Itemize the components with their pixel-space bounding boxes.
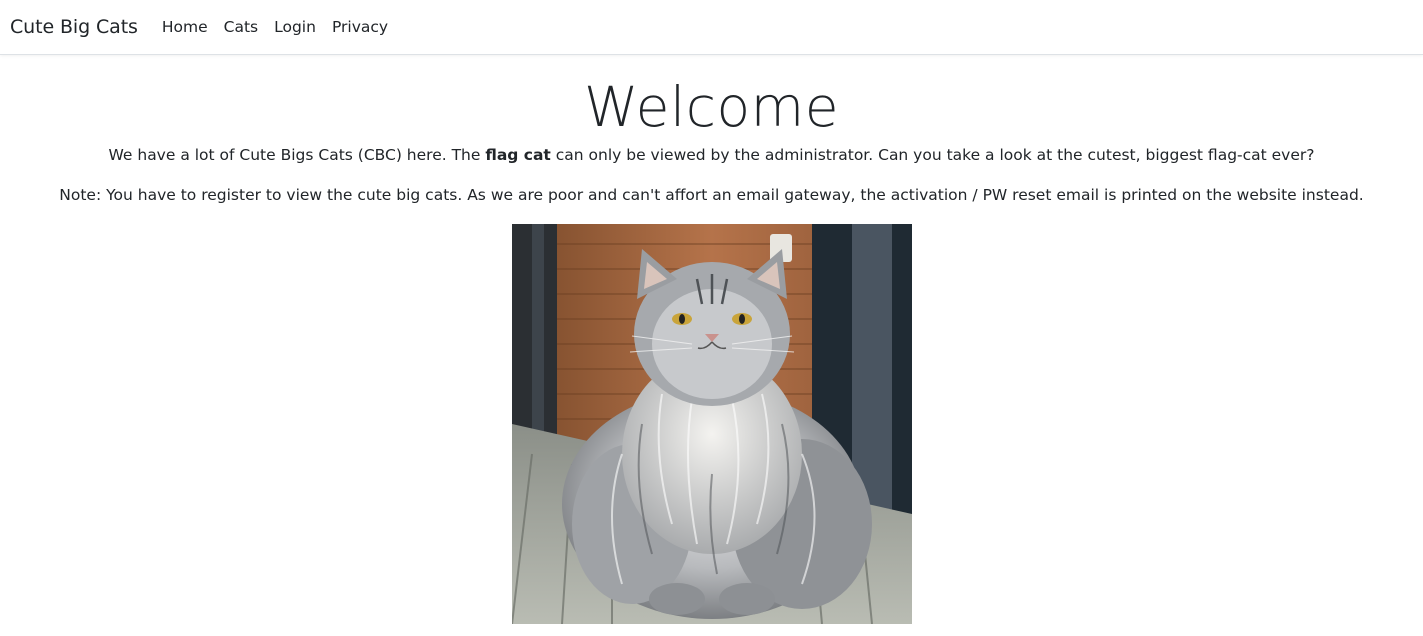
nav-link-privacy[interactable]: Privacy	[324, 18, 396, 36]
intro-text-start: We have a lot of Cute Bigs Cats (CBC) he…	[108, 146, 486, 164]
brand-link[interactable]: Cute Big Cats	[10, 16, 138, 38]
intro-text-end: can only be viewed by the administrator.…	[550, 146, 1315, 164]
note-paragraph: Note: You have to register to view the c…	[59, 186, 1364, 204]
nav-link-home[interactable]: Home	[162, 18, 216, 36]
nav-link-cats[interactable]: Cats	[216, 18, 266, 36]
main-content: Welcome We have a lot of Cute Bigs Cats …	[0, 74, 1423, 624]
nav-link-login[interactable]: Login	[266, 18, 324, 36]
top-navbar: Cute Big Cats Home Cats Login Privacy	[0, 0, 1423, 55]
flag-cat-emphasis: flag cat	[485, 146, 551, 164]
page-title: Welcome	[583, 75, 840, 139]
intro-paragraph: We have a lot of Cute Bigs Cats (CBC) he…	[0, 143, 1423, 167]
cat-image	[511, 224, 912, 624]
nav-links: Home Cats Login Privacy	[162, 18, 396, 36]
